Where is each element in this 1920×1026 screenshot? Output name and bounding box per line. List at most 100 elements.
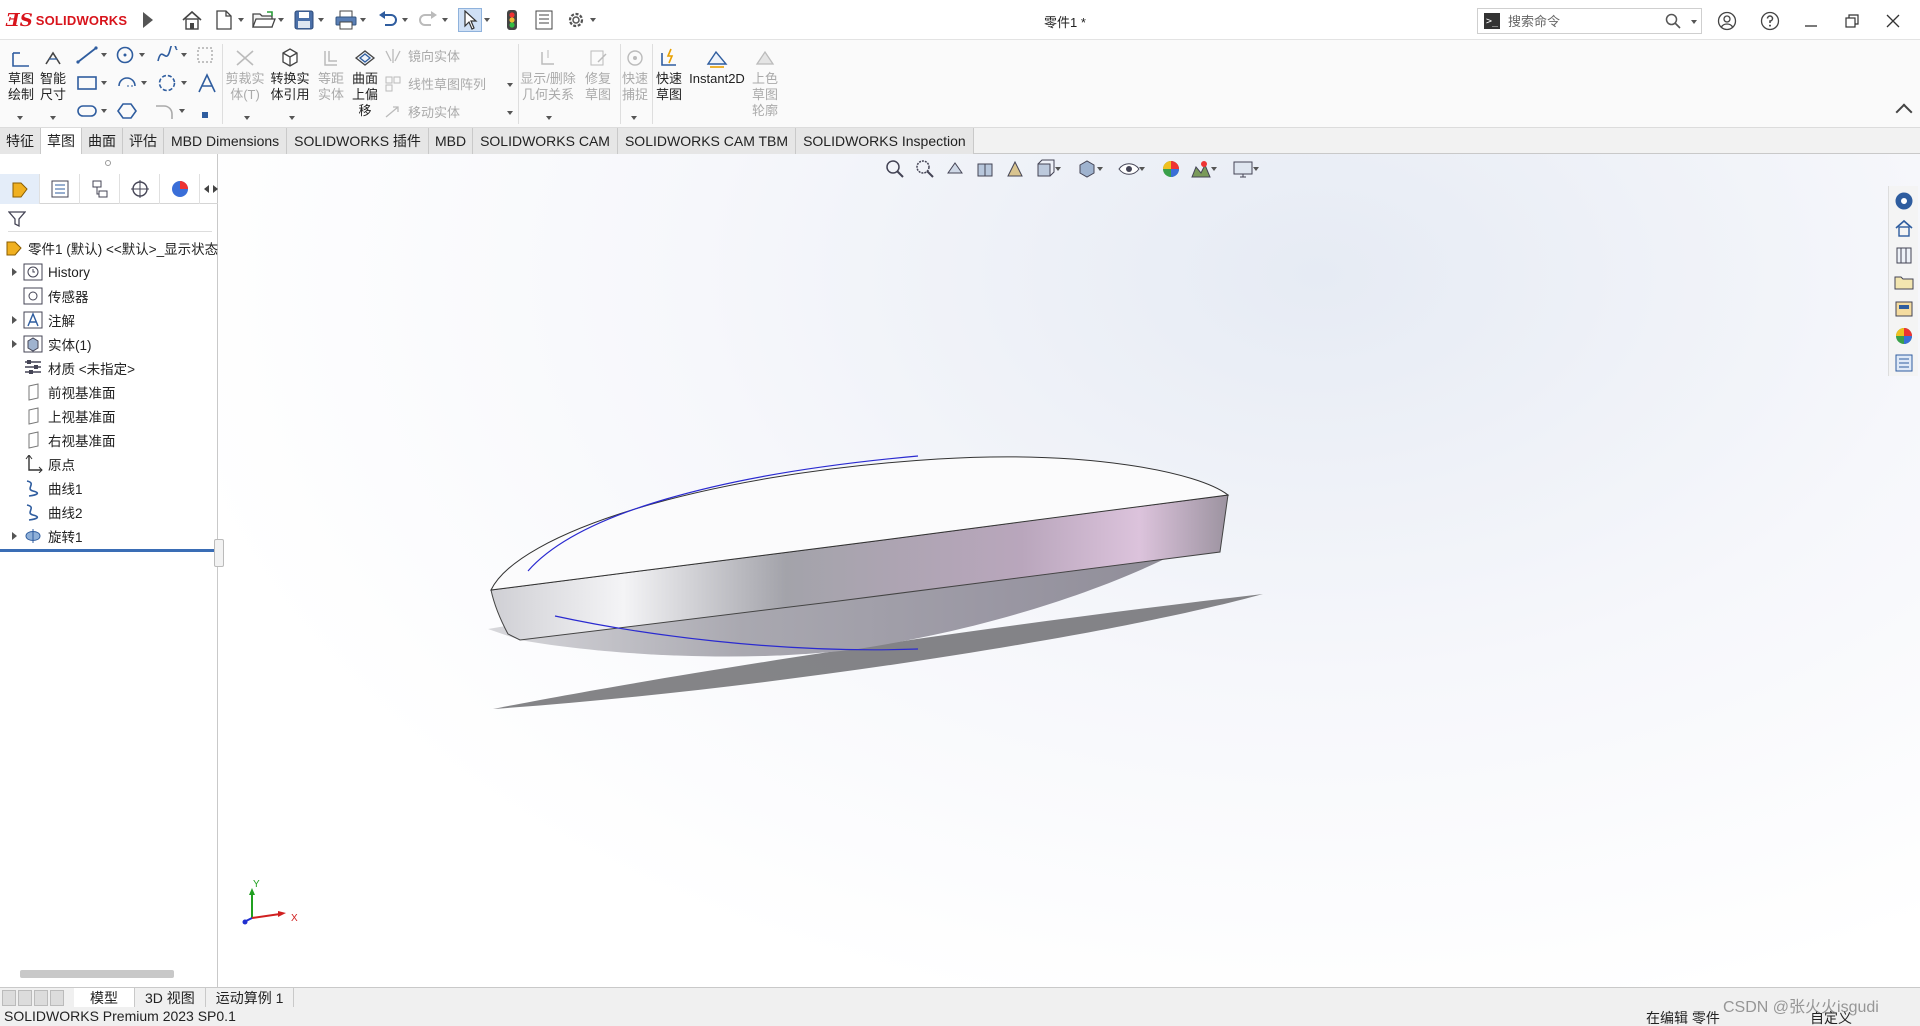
solidworks-resources-icon[interactable] bbox=[1891, 189, 1917, 213]
zoom-to-fit-icon[interactable] bbox=[882, 156, 908, 182]
edit-appearance-icon[interactable] bbox=[1158, 156, 1184, 182]
tab-solidworks-cam-tbm[interactable]: SOLIDWORKS CAM TBM bbox=[617, 128, 797, 154]
tree-item-annotations[interactable]: 注解 bbox=[0, 308, 218, 332]
close-icon[interactable] bbox=[1880, 8, 1906, 34]
tree-item-revolve1[interactable]: 旋转1 bbox=[0, 524, 218, 548]
sketch-dropdown-icon[interactable] bbox=[17, 116, 23, 120]
user-account-icon[interactable] bbox=[1714, 8, 1740, 34]
tab-motion-study-1[interactable]: 运动算例 1 bbox=[206, 987, 295, 1008]
tab-sketch[interactable]: 草图 bbox=[41, 128, 82, 154]
offset-entities-button[interactable]: 等距 实体 bbox=[314, 46, 348, 103]
previous-view-icon[interactable] bbox=[942, 156, 968, 182]
expand-arrow-icon[interactable] bbox=[8, 308, 22, 332]
tab-surfaces[interactable]: 曲面 bbox=[82, 128, 123, 154]
tree-item-right-plane[interactable]: 右视基准面 bbox=[0, 428, 218, 452]
panel-handle-icon[interactable] bbox=[105, 160, 111, 166]
tab-scroll-arrows[interactable] bbox=[204, 174, 218, 203]
smart-dimension-dropdown-icon[interactable] bbox=[50, 116, 56, 120]
sketch-trim-small-tool[interactable] bbox=[196, 44, 214, 66]
home-icon[interactable] bbox=[1891, 216, 1917, 240]
next-tab-icon[interactable] bbox=[34, 989, 48, 1006]
tree-root-part[interactable]: 零件1 (默认) <<默认>_显示状态 bbox=[0, 236, 218, 260]
ellipse-tool[interactable] bbox=[156, 72, 187, 94]
dimxpert-manager-icon[interactable] bbox=[120, 174, 160, 204]
tab-solidworks-cam[interactable]: SOLIDWORKS CAM bbox=[473, 128, 618, 154]
tab-mbd[interactable]: MBD bbox=[428, 128, 474, 154]
trim-entities-button[interactable]: 剪裁实 体(T) bbox=[224, 46, 266, 103]
tree-item-history[interactable]: History bbox=[0, 260, 218, 284]
view-palette-icon[interactable] bbox=[1891, 297, 1917, 321]
custom-properties-icon[interactable] bbox=[1891, 351, 1917, 375]
move-dropdown-icon[interactable] bbox=[507, 111, 513, 115]
tree-item-material[interactable]: 材质 <未指定> bbox=[0, 356, 218, 380]
circle-tool[interactable] bbox=[114, 44, 145, 66]
help-icon[interactable] bbox=[1757, 8, 1783, 34]
scroll-right-icon[interactable] bbox=[213, 184, 218, 193]
design-library-icon[interactable] bbox=[1891, 243, 1917, 267]
tab-mbd-dimensions[interactable]: MBD Dimensions bbox=[164, 128, 288, 154]
search-icon[interactable] bbox=[1665, 13, 1681, 32]
tree-item-sensors[interactable]: 传感器 bbox=[0, 284, 218, 308]
instant2d-button[interactable]: Instant2D bbox=[688, 46, 746, 87]
display-style-icon[interactable] bbox=[1074, 156, 1103, 182]
offset-on-surface-button[interactable]: 曲面 上偏 移 bbox=[350, 46, 380, 119]
mirror-entities-button[interactable]: 镜向实体 bbox=[384, 46, 460, 65]
tree-item-solid-bodies[interactable]: 实体(1) bbox=[0, 332, 218, 356]
polygon-tool[interactable] bbox=[116, 100, 138, 122]
hide-show-items-icon[interactable] bbox=[1116, 156, 1145, 182]
scroll-left-icon[interactable] bbox=[204, 184, 209, 193]
linear-pattern-dropdown-icon[interactable] bbox=[507, 83, 513, 87]
text-tool[interactable] bbox=[196, 72, 218, 94]
expand-arrow-icon[interactable] bbox=[8, 524, 22, 548]
collapse-ribbon-icon[interactable] bbox=[1895, 103, 1913, 121]
tree-item-origin[interactable]: 原点 bbox=[0, 452, 218, 476]
view-settings-icon[interactable] bbox=[1230, 156, 1259, 182]
linear-pattern-button[interactable]: 线性草图阵列 bbox=[384, 74, 486, 93]
featuremanager-tree-icon[interactable] bbox=[0, 174, 40, 204]
line-tool[interactable] bbox=[76, 44, 107, 66]
arc-tool[interactable] bbox=[116, 72, 147, 94]
file-explorer-icon[interactable] bbox=[1891, 270, 1917, 294]
graphics-area[interactable]: X Y bbox=[218, 154, 1920, 987]
display-delete-relations-button[interactable]: 显示/删除 几何关系 bbox=[520, 46, 576, 103]
search-input[interactable] bbox=[1508, 13, 1658, 29]
appearances-icon[interactable] bbox=[1891, 324, 1917, 348]
dynamic-annotation-icon[interactable] bbox=[1002, 156, 1028, 182]
tree-item-curve2[interactable]: 曲线2 bbox=[0, 500, 218, 524]
panel-splitter[interactable] bbox=[214, 539, 224, 567]
repair-sketch-button[interactable]: 修复 草图 bbox=[580, 46, 616, 103]
view-orientation-icon[interactable] bbox=[1032, 156, 1061, 182]
quick-snaps-button[interactable]: 快速 捕捉 bbox=[622, 46, 648, 103]
slot-tool[interactable] bbox=[76, 100, 107, 122]
property-manager-icon[interactable] bbox=[40, 174, 80, 204]
first-tab-icon[interactable] bbox=[2, 989, 16, 1006]
filter-icon[interactable] bbox=[7, 210, 27, 228]
tab-evaluate[interactable]: 评估 bbox=[123, 128, 164, 154]
trim-dropdown-icon[interactable] bbox=[244, 116, 250, 120]
shaded-sketch-contours-button[interactable]: 上色 草图 轮廓 bbox=[750, 46, 780, 119]
quick-snap-dropdown-icon[interactable] bbox=[631, 116, 637, 120]
minimize-icon[interactable] bbox=[1798, 8, 1824, 34]
tab-features[interactable]: 特征 bbox=[0, 128, 41, 154]
fillet-tool[interactable] bbox=[154, 100, 185, 122]
search-dropdown-icon[interactable] bbox=[1691, 20, 1697, 24]
zoom-to-area-icon[interactable] bbox=[912, 156, 938, 182]
display-manager-icon[interactable] bbox=[160, 174, 200, 204]
tree-item-front-plane[interactable]: 前视基准面 bbox=[0, 380, 218, 404]
point-tool[interactable] bbox=[200, 104, 210, 126]
spline-tool[interactable] bbox=[156, 44, 187, 66]
tree-item-curve1[interactable]: 曲线1 bbox=[0, 476, 218, 500]
tree-item-top-plane[interactable]: 上视基准面 bbox=[0, 404, 218, 428]
horizontal-scrollbar[interactable] bbox=[20, 970, 174, 978]
relations-dropdown-icon[interactable] bbox=[546, 116, 552, 120]
sketch-button[interactable]: 草图 绘制 bbox=[6, 46, 36, 103]
configuration-manager-icon[interactable] bbox=[80, 174, 120, 204]
tab-solidworks-addins[interactable]: SOLIDWORKS 插件 bbox=[287, 128, 429, 154]
tab-solidworks-inspection[interactable]: SOLIDWORKS Inspection bbox=[796, 128, 974, 154]
previous-tab-icon[interactable] bbox=[18, 989, 32, 1006]
move-entities-button[interactable]: 移动实体 bbox=[384, 102, 460, 121]
restore-icon[interactable] bbox=[1839, 8, 1865, 34]
search-commands[interactable]: >_ bbox=[1477, 8, 1702, 34]
apply-scene-icon[interactable] bbox=[1188, 156, 1217, 182]
rapid-sketch-button[interactable]: 快速 草图 bbox=[654, 46, 684, 103]
